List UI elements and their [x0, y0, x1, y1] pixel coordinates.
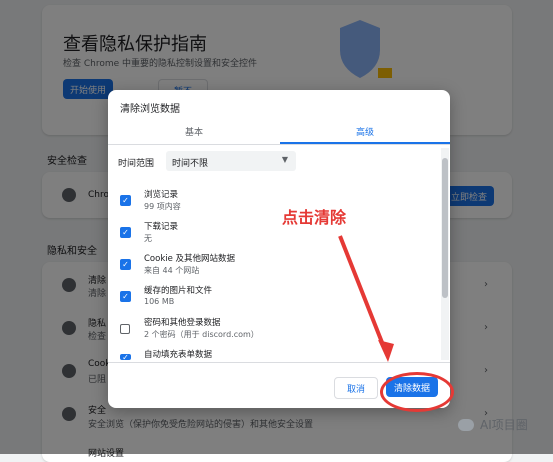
annotation-arrow-icon — [338, 235, 394, 362]
wechat-icon — [458, 418, 474, 431]
watermark: AI项目圈 — [458, 416, 528, 433]
watermark-text: AI项目圈 — [480, 418, 528, 432]
annotation-highlight-ring — [380, 372, 454, 412]
